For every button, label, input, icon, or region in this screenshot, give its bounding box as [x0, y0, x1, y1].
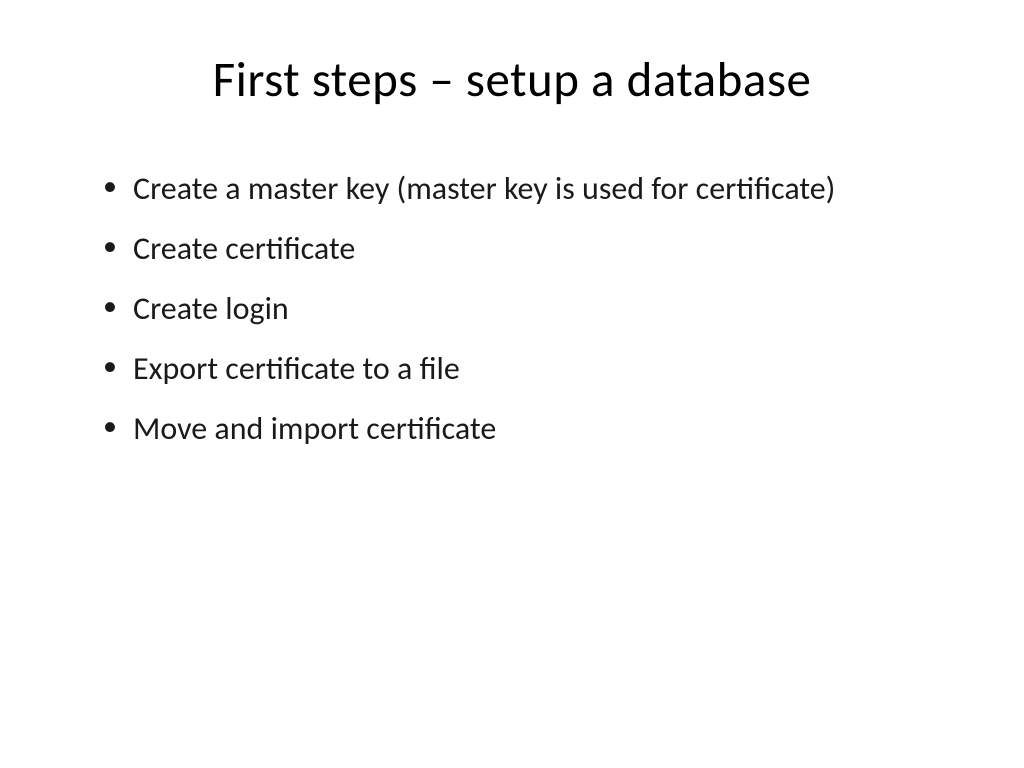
slide-title: First steps – setup a database: [95, 50, 929, 110]
list-item: Export certificate to a file: [95, 345, 929, 393]
list-item: Move and import certificate: [95, 405, 929, 453]
slide-container: First steps – setup a database Create a …: [0, 0, 1024, 768]
list-item: Create a master key (master key is used …: [95, 165, 929, 213]
bullet-list: Create a master key (master key is used …: [95, 165, 929, 453]
list-item: Create certificate: [95, 225, 929, 273]
list-item: Create login: [95, 285, 929, 333]
